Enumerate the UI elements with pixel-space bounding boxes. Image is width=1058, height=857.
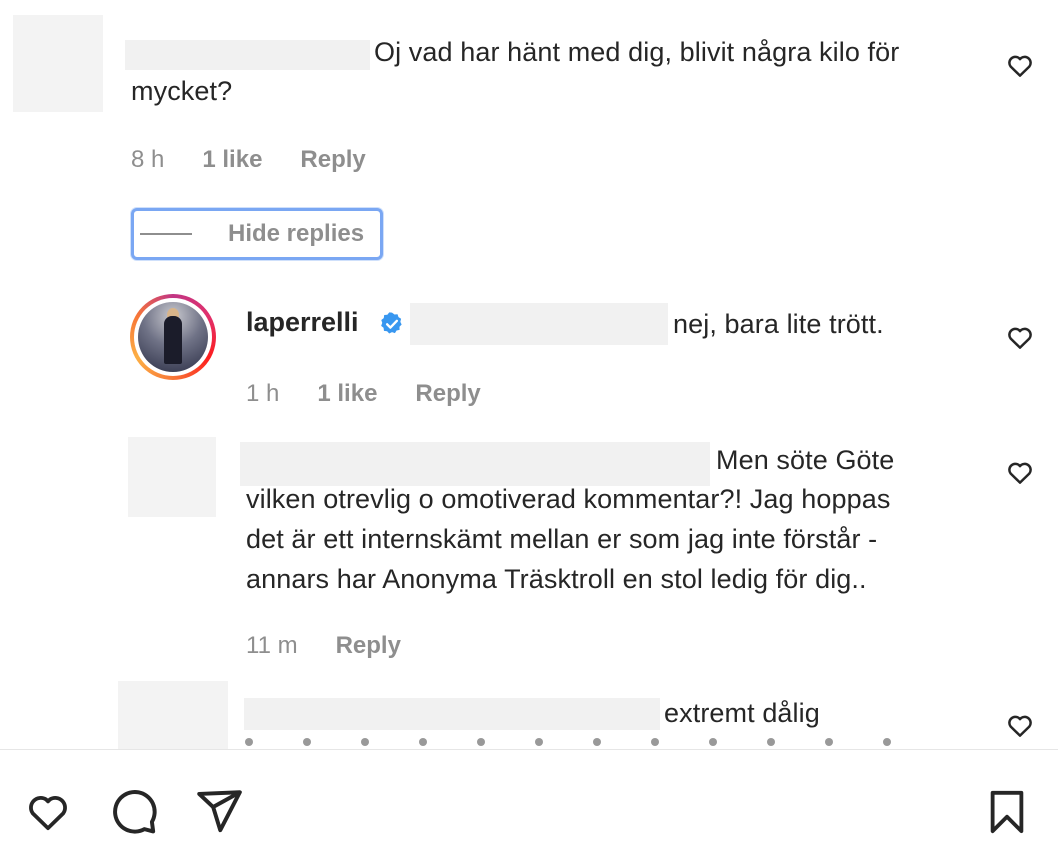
comment-like-heart-icon[interactable] bbox=[1005, 50, 1035, 80]
reply-like-heart-icon[interactable] bbox=[1005, 457, 1035, 487]
clipped-text-line bbox=[245, 732, 985, 748]
reply-text-line: annars har Anonyma Träsktroll en stol le… bbox=[246, 564, 867, 594]
reply-text: nej, bara lite trött. bbox=[673, 309, 884, 339]
reply-timestamp: 11 m bbox=[246, 632, 298, 659]
commenter-username-redacted[interactable] bbox=[125, 40, 370, 70]
reply-like-count[interactable]: 1 like bbox=[317, 380, 377, 408]
reply-text-line: det är ett internskämt mellan er som jag… bbox=[246, 524, 878, 554]
thread-line bbox=[140, 233, 192, 235]
commenter-avatar[interactable] bbox=[13, 15, 103, 112]
comment-reply-button[interactable]: Reply bbox=[300, 146, 365, 174]
comment-meta: 8 h 1 like Reply bbox=[131, 146, 366, 174]
profile-photo bbox=[138, 302, 208, 372]
comment-like-count[interactable]: 1 like bbox=[202, 146, 262, 174]
bookmark-icon[interactable] bbox=[984, 786, 1030, 838]
heart-icon[interactable] bbox=[22, 787, 74, 835]
comment-text: Oj vad har hänt med dig, blivit några ki… bbox=[374, 37, 900, 67]
reply-avatar[interactable] bbox=[118, 681, 228, 749]
comment-text-continued: mycket? bbox=[131, 76, 233, 106]
reply-avatar-story-ring[interactable] bbox=[130, 294, 216, 380]
reply-like-heart-icon[interactable] bbox=[1005, 322, 1035, 352]
reply-timestamp: 1 h bbox=[246, 380, 280, 407]
reply-username[interactable]: laperrelli bbox=[246, 307, 359, 338]
comment-bubble-icon[interactable] bbox=[108, 786, 160, 836]
hide-replies-label: Hide replies bbox=[228, 220, 365, 247]
reply-text: extremt dålig bbox=[664, 698, 820, 728]
reply-avatar[interactable] bbox=[128, 437, 216, 517]
reply-reply-button[interactable]: Reply bbox=[415, 380, 480, 408]
reply-meta: 11 m Reply bbox=[246, 632, 401, 660]
reply-meta: 1 h 1 like Reply bbox=[246, 380, 481, 408]
verified-badge-icon bbox=[379, 311, 405, 337]
reply-text-line: vilken otrevlig o omotiverad kommentar?!… bbox=[246, 484, 891, 514]
reply-like-heart-icon[interactable] bbox=[1005, 710, 1035, 740]
reply-text: Men söte Göte bbox=[716, 445, 895, 475]
reply-reply-button[interactable]: Reply bbox=[336, 632, 401, 660]
paper-plane-icon[interactable] bbox=[194, 786, 244, 836]
mention-redacted[interactable] bbox=[410, 303, 668, 345]
reply-username-redacted[interactable] bbox=[244, 698, 660, 730]
comment-timestamp: 8 h bbox=[131, 146, 165, 173]
hide-replies-button[interactable]: Hide replies bbox=[131, 208, 383, 260]
post-action-bar bbox=[0, 749, 1058, 857]
